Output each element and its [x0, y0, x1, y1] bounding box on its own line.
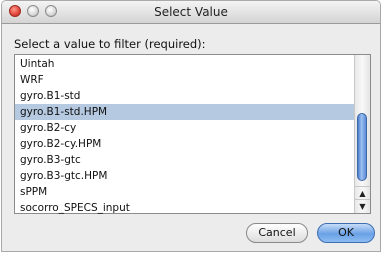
cancel-button[interactable]: Cancel	[246, 223, 308, 243]
scrollbar-thumb[interactable]	[357, 113, 367, 181]
list-item[interactable]: gyro.B2-cy	[15, 120, 354, 136]
list-item[interactable]: WRF	[15, 72, 354, 88]
list-item[interactable]: gyro.B3-gtc	[15, 152, 354, 168]
value-list: Uintah WRF gyro.B1-std gyro.B1-std.HPM g…	[15, 56, 354, 216]
list-item[interactable]: socorro_SPECS_input	[15, 200, 354, 216]
list-item[interactable]: sPPM	[15, 184, 354, 200]
list-item[interactable]: gyro.B1-std	[15, 88, 354, 104]
value-listbox[interactable]: Uintah WRF gyro.B1-std gyro.B1-std.HPM g…	[14, 54, 371, 214]
vertical-scrollbar[interactable]: ▲ ▼	[354, 55, 370, 213]
list-item[interactable]: Uintah	[15, 56, 354, 72]
select-value-dialog: Select Value Select a value to filter (r…	[1, 0, 381, 252]
window-title: Select Value	[154, 5, 228, 19]
filter-prompt-label: Select a value to filter (required):	[14, 37, 206, 51]
scroll-down-arrow-icon[interactable]: ▼	[355, 199, 370, 213]
scroll-up-arrow-icon[interactable]: ▲	[355, 186, 370, 200]
ok-button[interactable]: OK	[317, 223, 375, 243]
list-item[interactable]: gyro.B3-gtc.HPM	[15, 168, 354, 184]
title-bar[interactable]: Select Value	[2, 1, 380, 24]
list-item[interactable]: gyro.B2-cy.HPM	[15, 136, 354, 152]
list-item-selected[interactable]: gyro.B1-std.HPM	[15, 104, 354, 120]
